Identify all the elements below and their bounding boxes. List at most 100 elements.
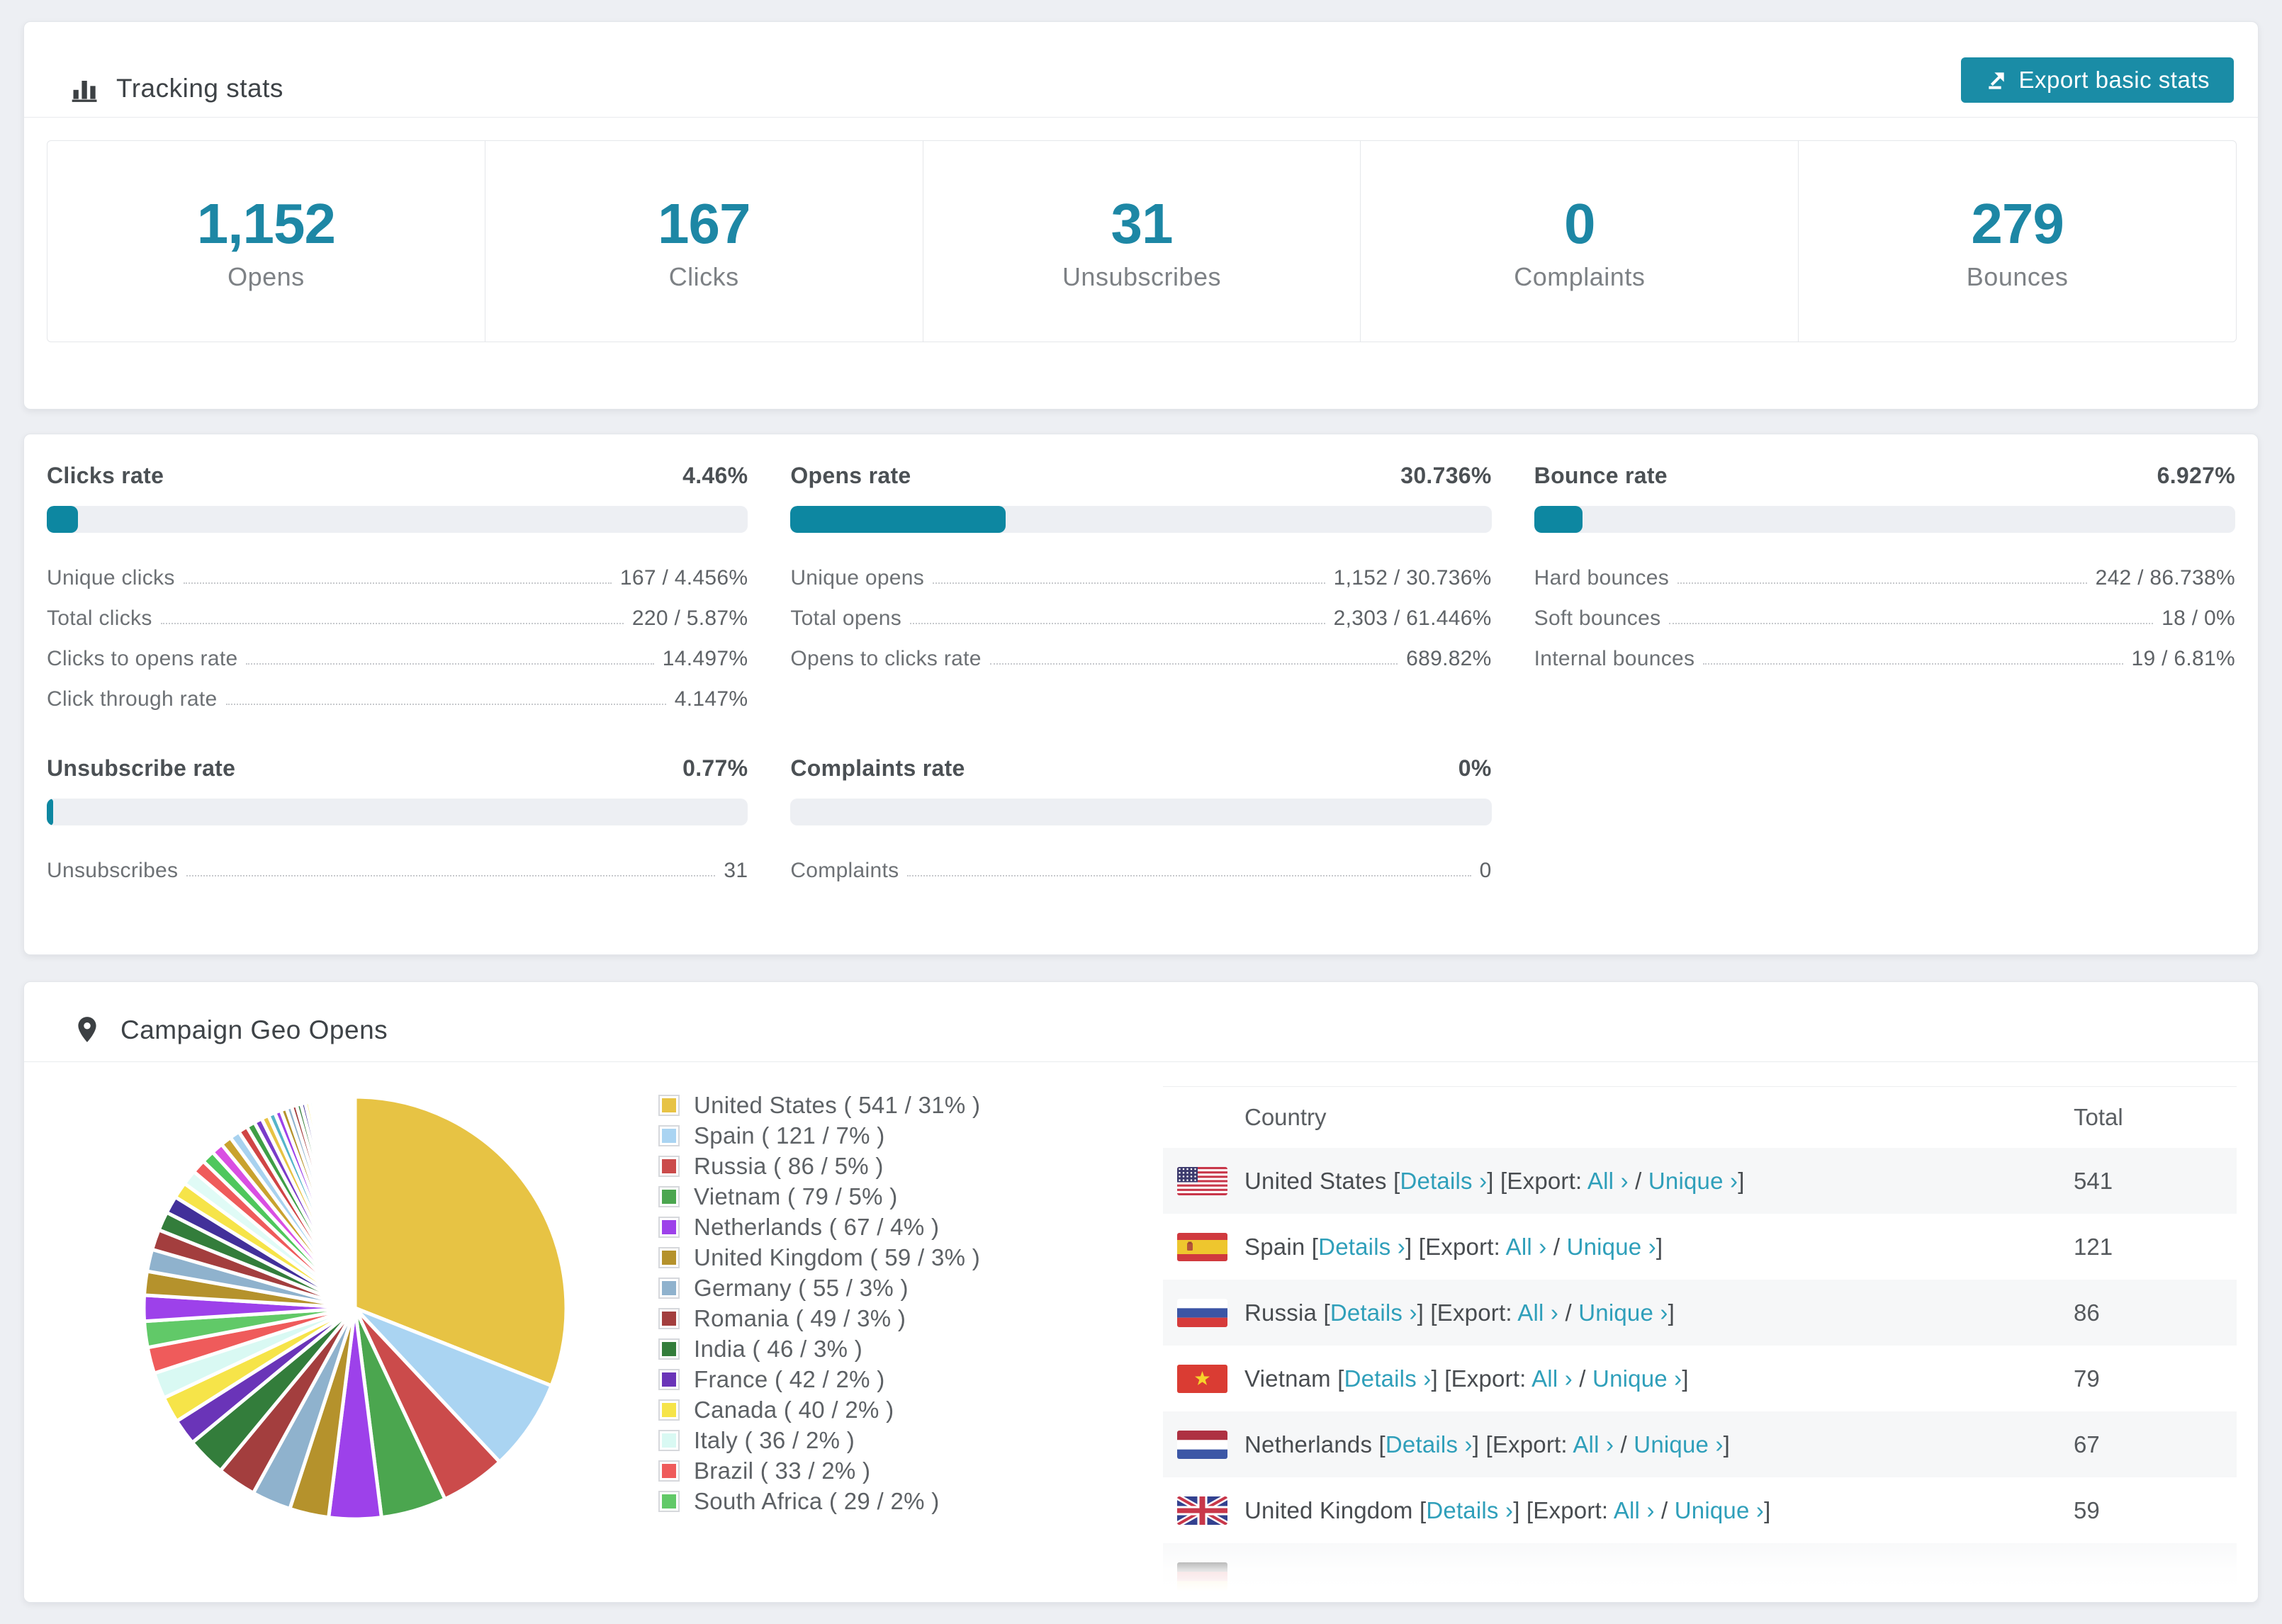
rate-block-opens-rate: Opens rate 30.736% Unique opens 1,152 / … [790, 463, 1492, 711]
details-link[interactable]: Details › [1318, 1234, 1405, 1260]
geo-opens-pie-chart [128, 1081, 582, 1535]
export-all-link[interactable]: All › [1531, 1365, 1573, 1392]
country-cell: Russia [Details ›] [Export: All › / Uniq… [1244, 1299, 1675, 1326]
map-pin-icon [72, 1015, 103, 1046]
dotted-leader [1703, 663, 2123, 665]
flag-ru-icon [1177, 1298, 1227, 1327]
flag-vn-icon [1177, 1364, 1227, 1393]
dotted-leader [910, 623, 1325, 624]
metric-row: Complaints 0 [790, 842, 1491, 883]
total-cell: 79 [2074, 1365, 2100, 1392]
details-link[interactable]: Details › [1426, 1497, 1513, 1523]
dotted-leader [1677, 582, 2087, 584]
details-link[interactable]: Details › [1330, 1299, 1417, 1326]
export-all-link[interactable]: All › [1517, 1299, 1558, 1326]
details-link[interactable]: Details › [1400, 1168, 1487, 1194]
details-link[interactable]: Details › [1344, 1365, 1432, 1392]
stat-label: Unsubscribes [1062, 261, 1222, 291]
legend-item[interactable]: United States ( 541 / 31% ) [658, 1090, 980, 1120]
legend-item[interactable]: Russia ( 86 / 5% ) [658, 1151, 980, 1181]
export-unique-link[interactable]: Unique › [1592, 1365, 1682, 1392]
metric-label: Clicks to opens rate [47, 647, 238, 670]
details-link[interactable]: Details › [1386, 1431, 1473, 1457]
metric-row: Unique clicks 167 / 4.456% [47, 550, 748, 590]
legend-label: Brazil ( 33 / 2% ) [694, 1457, 871, 1484]
legend-item[interactable]: United Kingdom ( 59 / 3% ) [658, 1242, 980, 1273]
table-row-netherlands: Netherlands [Details ›] [Export: All › /… [1163, 1411, 2237, 1477]
legend-item[interactable]: India ( 46 / 3% ) [658, 1333, 980, 1364]
metric-value: 19 / 6.81% [2131, 647, 2235, 670]
legend-label: South Africa ( 29 / 2% ) [694, 1487, 940, 1514]
metric-row: Soft bounces 18 / 0% [1534, 590, 2235, 631]
rate-block-clicks-rate: Clicks rate 4.46% Unique clicks 167 / 4.… [47, 463, 748, 711]
progress-bar [790, 799, 1492, 825]
stat-value: 1,152 [196, 191, 336, 255]
rate-title: Bounce rate [1534, 463, 1668, 488]
metric-label: Complaints [790, 859, 899, 882]
country-name: Netherlands [1244, 1431, 1373, 1457]
legend-color-swatch [658, 1277, 680, 1299]
stat-value: 167 [657, 191, 751, 255]
total-column-header: Total [2074, 1104, 2123, 1130]
flag-de-icon [1177, 1562, 1227, 1591]
table-row-vietnam: Vietnam [Details ›] [Export: All › / Uni… [1163, 1346, 2237, 1411]
legend-item[interactable]: Spain ( 121 / 7% ) [658, 1120, 980, 1151]
rate-value: 30.736% [1400, 463, 1492, 488]
metric-value: 167 / 4.456% [619, 566, 748, 590]
legend-item[interactable]: Netherlands ( 67 / 4% ) [658, 1212, 980, 1242]
export-basic-stats-button[interactable]: Export basic stats [1960, 57, 2234, 103]
export-all-link[interactable]: All › [1614, 1497, 1655, 1523]
metric-value: 31 [724, 859, 748, 882]
legend-item[interactable]: Romania ( 49 / 3% ) [658, 1303, 980, 1333]
country-name: United Kingdom [1244, 1496, 1413, 1523]
rates-grid: Clicks rate 4.46% Unique clicks 167 / 4.… [47, 463, 2235, 883]
export-label: Export: [1492, 1431, 1568, 1457]
metric-label: Click through rate [47, 687, 218, 711]
legend-item[interactable]: Brazil ( 33 / 2% ) [658, 1455, 980, 1486]
legend-label: Spain ( 121 / 7% ) [694, 1122, 885, 1149]
total-cell: 59 [2074, 1496, 2100, 1523]
legend-color-swatch [658, 1338, 680, 1360]
progress-bar [47, 799, 748, 825]
divider [24, 117, 2258, 118]
metric-label: Total opens [790, 607, 902, 630]
metric-value: 1,152 / 30.736% [1333, 566, 1492, 590]
bar-chart-icon [69, 73, 101, 104]
stat-cell-complaints: 0 Complaints [1361, 141, 1799, 342]
tracking-stats-card: Tracking stats Export basic stats 1,152 … [23, 21, 2259, 410]
legend-item[interactable]: Germany ( 55 / 3% ) [658, 1273, 980, 1303]
metric-label: Total clicks [47, 607, 152, 630]
stat-value: 31 [1111, 191, 1174, 255]
geo-section-title: Campaign Geo Opens [120, 1015, 388, 1044]
legend-label: India ( 46 / 3% ) [694, 1335, 863, 1362]
rate-block-unsubscribe-rate: Unsubscribe rate 0.77% Unsubscribes 31 [47, 755, 748, 883]
export-unique-link[interactable]: Unique › [1578, 1299, 1668, 1326]
metric-row: Clicks to opens rate 14.497% [47, 631, 748, 671]
metric-label: Unsubscribes [47, 859, 179, 882]
legend-color-swatch [658, 1124, 680, 1146]
legend-label: Germany ( 55 / 3% ) [694, 1274, 909, 1301]
country-name: United States [1244, 1167, 1387, 1194]
export-label: Export: [1437, 1299, 1512, 1326]
legend-item[interactable]: Canada ( 40 / 2% ) [658, 1394, 980, 1425]
metric-value: 689.82% [1406, 647, 1492, 670]
export-all-link[interactable]: All › [1506, 1234, 1547, 1260]
legend-item[interactable]: Italy ( 36 / 2% ) [658, 1425, 980, 1455]
export-unique-link[interactable]: Unique › [1648, 1168, 1738, 1194]
stat-label: Bounces [1966, 261, 2069, 291]
export-unique-link[interactable]: Unique › [1567, 1234, 1656, 1260]
metric-value: 0 [1479, 859, 1492, 882]
legend-item[interactable]: South Africa ( 29 / 2% ) [658, 1486, 980, 1516]
legend-color-swatch [658, 1368, 680, 1390]
legend-item[interactable]: Vietnam ( 79 / 5% ) [658, 1181, 980, 1212]
export-unique-link[interactable]: Unique › [1634, 1431, 1723, 1457]
rate-title: Opens rate [790, 463, 911, 488]
metric-label: Hard bounces [1534, 566, 1670, 590]
metric-value: 2,303 / 61.446% [1333, 607, 1492, 630]
export-unique-link[interactable]: Unique › [1675, 1497, 1764, 1523]
export-all-link[interactable]: All › [1573, 1431, 1614, 1457]
legend-item[interactable]: France ( 42 / 2% ) [658, 1364, 980, 1394]
export-all-link[interactable]: All › [1587, 1168, 1629, 1194]
legend-label: United States ( 541 / 31% ) [694, 1091, 981, 1118]
legend-label: France ( 42 / 2% ) [694, 1365, 885, 1392]
